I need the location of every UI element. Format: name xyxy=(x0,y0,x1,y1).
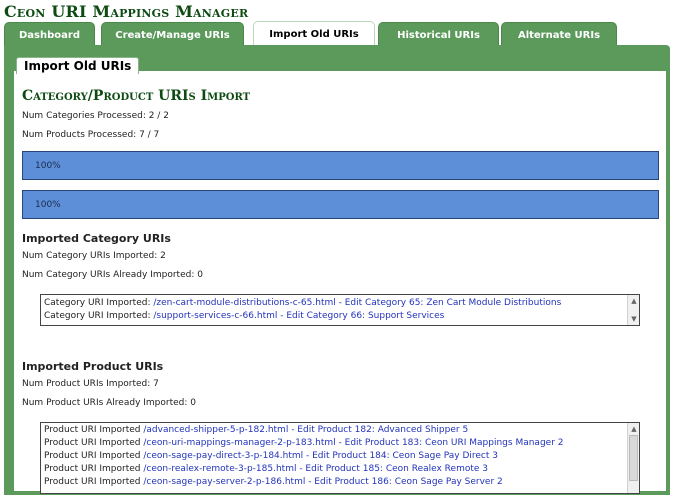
page-heading: Category/Product URIs Import xyxy=(22,88,251,104)
tab-alternate-uris[interactable]: Alternate URIs xyxy=(501,22,617,46)
products-processed-text: Num Products Processed: 7 / 7 xyxy=(22,130,160,140)
product-log-scrollbar[interactable]: ▲ xyxy=(627,423,639,493)
num-category-uris-imported: Num Category URIs Imported: 2 xyxy=(22,251,166,261)
app-title: Ceon URI Mappings Manager xyxy=(4,2,249,21)
scroll-up-icon[interactable]: ▲ xyxy=(628,296,639,306)
edit-category-link[interactable]: /support-services-c-66.html - Edit Categ… xyxy=(153,311,444,321)
log-line: Product URI Imported /ceon-sage-pay-dire… xyxy=(44,451,499,461)
category-progress-label: 100% xyxy=(35,161,61,171)
category-log-scrollbar[interactable]: ▲ ▼ xyxy=(627,295,639,325)
edit-product-link[interactable]: /ceon-sage-pay-direct-3-p-184.html - Edi… xyxy=(143,451,498,461)
log-line: Category URI Imported: /support-services… xyxy=(44,311,445,321)
product-progress-fill xyxy=(23,191,658,218)
tab-import-old-uris[interactable]: Import Old URIs xyxy=(253,21,375,47)
log-line: Product URI Imported /ceon-sage-pay-serv… xyxy=(44,477,503,487)
tab-bar: Dashboard Create/Manage URIs Import Old … xyxy=(4,21,670,47)
tab-historical-uris[interactable]: Historical URIs xyxy=(378,22,499,46)
edit-product-link[interactable]: /advanced-shipper-5-p-182.html - Edit Pr… xyxy=(143,425,468,435)
product-progress-label: 100% xyxy=(35,200,61,210)
num-product-uris-imported: Num Product URIs Imported: 7 xyxy=(22,379,159,389)
num-category-uris-already-imported: Num Category URIs Already Imported: 0 xyxy=(22,270,203,280)
product-import-log[interactable]: Product URI Imported /advanced-shipper-5… xyxy=(40,422,640,494)
log-line: Category URI Imported: /zen-cart-module-… xyxy=(44,298,562,308)
edit-product-link[interactable]: /ceon-realex-remote-3-p-185.html - Edit … xyxy=(143,464,488,474)
tab-dashboard[interactable]: Dashboard xyxy=(4,22,95,46)
log-line: Product URI Imported /ceon-realex-remote… xyxy=(44,464,488,474)
categories-processed-text: Num Categories Processed: 2 / 2 xyxy=(22,111,169,121)
edit-product-link[interactable]: /ceon-uri-mappings-manager-2-p-183.html … xyxy=(143,438,563,448)
log-line: Product URI Imported /advanced-shipper-5… xyxy=(44,425,469,435)
edit-product-link[interactable]: /ceon-sage-pay-server-2-p-186.html - Edi… xyxy=(143,477,502,487)
imported-product-uris-heading: Imported Product URIs xyxy=(22,360,164,373)
scroll-down-icon[interactable]: ▼ xyxy=(628,314,639,324)
num-product-uris-already-imported: Num Product URIs Already Imported: 0 xyxy=(22,398,196,408)
edit-category-link[interactable]: /zen-cart-module-distributions-c-65.html… xyxy=(153,298,561,308)
category-import-log[interactable]: Category URI Imported: /zen-cart-module-… xyxy=(40,294,640,326)
product-progress-bar: 100% xyxy=(22,190,659,219)
scroll-thumb[interactable] xyxy=(629,435,638,481)
category-progress-bar: 100% xyxy=(22,151,659,180)
scroll-up-icon[interactable]: ▲ xyxy=(628,424,639,434)
tab-create-manage-uris[interactable]: Create/Manage URIs xyxy=(101,22,244,46)
section-tab: Import Old URIs xyxy=(16,57,140,74)
log-line: Product URI Imported /ceon-uri-mappings-… xyxy=(44,438,564,448)
category-progress-fill xyxy=(23,152,658,179)
imported-category-uris-heading: Imported Category URIs xyxy=(22,232,171,245)
